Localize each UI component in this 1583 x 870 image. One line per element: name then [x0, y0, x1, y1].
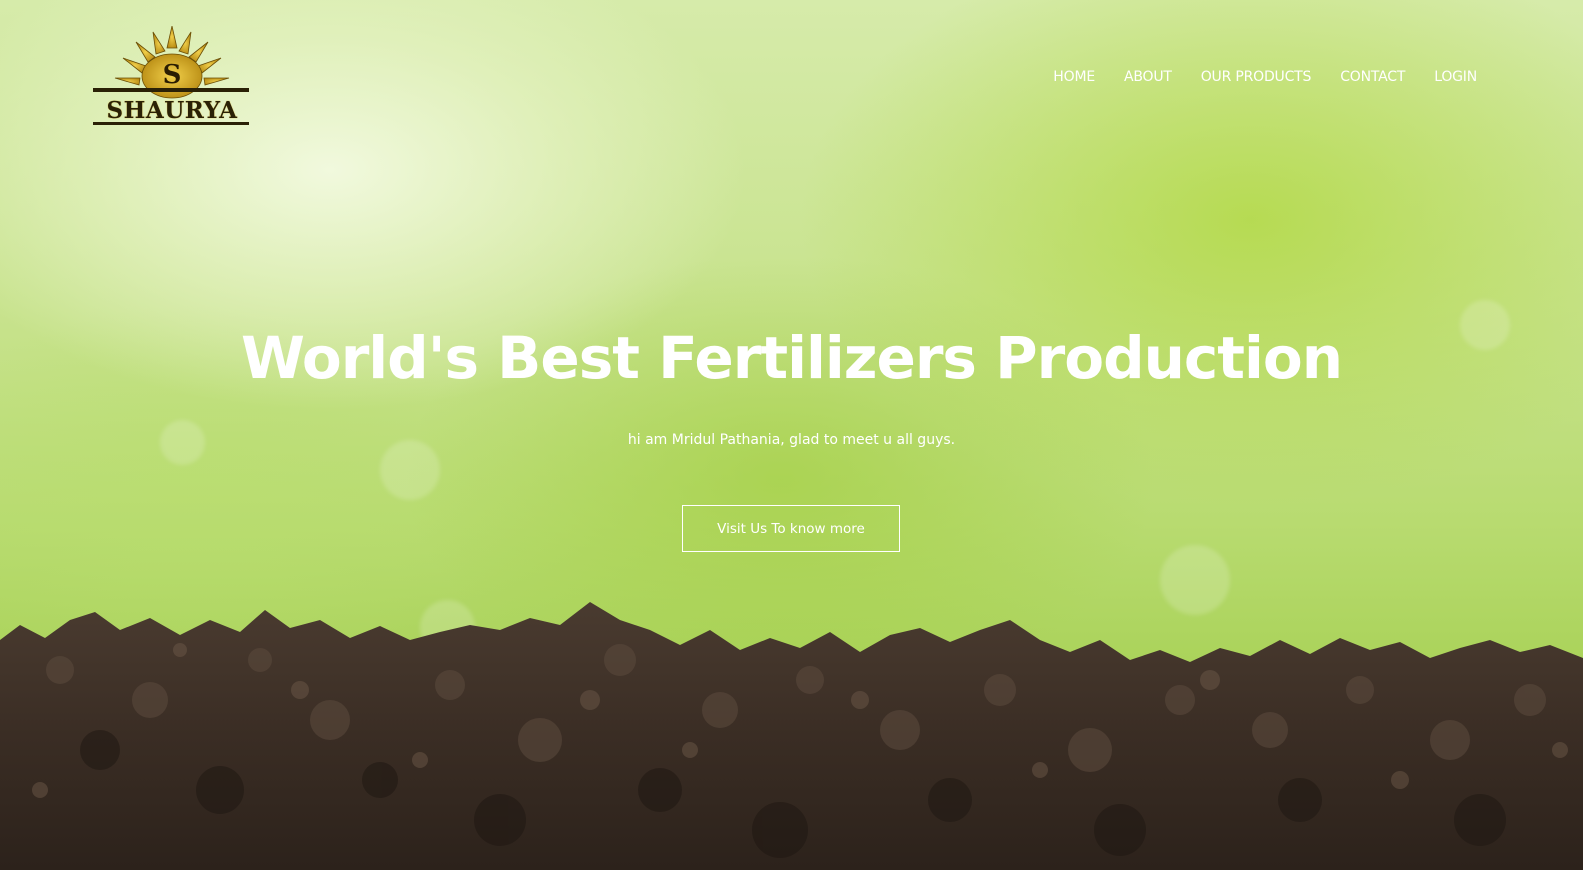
- hero-subtext: hi am Mridul Pathania, glad to meet u al…: [627, 432, 956, 448]
- nav-link-login[interactable]: LOGIN: [1434, 69, 1477, 85]
- hero-headline: World's Best Fertilizers Production: [240, 324, 1343, 392]
- hero-section: S SHAURYA HOME ABOUT OUR PRODUCTS CONTAC…: [0, 0, 1583, 870]
- brand-monogram: S: [162, 60, 182, 90]
- main-nav: HOME ABOUT OUR PRODUCTS CONTACT LOGIN: [1053, 66, 1477, 88]
- nav-item-about: ABOUT: [1124, 66, 1172, 88]
- nav-link-contact[interactable]: CONTACT: [1340, 69, 1405, 85]
- soil-foreground-image: [0, 602, 1583, 870]
- nav-item-contact: CONTACT: [1340, 66, 1405, 88]
- nav-item-our-products: OUR PRODUCTS: [1201, 66, 1312, 88]
- visit-us-button[interactable]: Visit Us To know more: [682, 505, 900, 552]
- nav-link-about[interactable]: ABOUT: [1124, 69, 1172, 85]
- brand-name: SHAURYA: [106, 97, 238, 124]
- navbar: S SHAURYA HOME ABOUT OUR PRODUCTS CONTAC…: [0, 0, 1583, 150]
- nav-link-home[interactable]: HOME: [1053, 69, 1095, 85]
- nav-item-home: HOME: [1053, 66, 1095, 88]
- nav-link-our-products[interactable]: OUR PRODUCTS: [1201, 69, 1312, 85]
- brand-logo[interactable]: S SHAURYA: [93, 25, 253, 126]
- nav-item-login: LOGIN: [1434, 66, 1477, 88]
